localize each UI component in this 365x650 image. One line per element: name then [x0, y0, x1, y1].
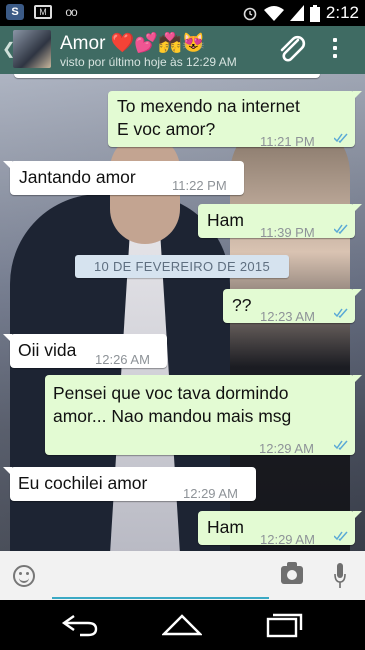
- message-bubble-in[interactable]: Jantando amor 11:22 PM: [3, 161, 244, 195]
- overflow-menu-icon[interactable]: [333, 38, 339, 62]
- read-ticks-icon: [334, 308, 348, 318]
- message-bubble-out[interactable]: ?? 12:23 AM: [223, 289, 362, 324]
- message-input-bar: [0, 551, 365, 600]
- message-time: 11:22 PM: [172, 178, 227, 193]
- message-text: Pensei que voc tava dormindo amor... Nao…: [53, 383, 292, 426]
- read-ticks-icon: [334, 224, 348, 234]
- avatar[interactable]: [13, 30, 51, 68]
- message-time: 12:29 AM: [183, 486, 238, 501]
- message-text: Oii vida: [18, 340, 77, 360]
- message-time: 12:26 AM: [95, 352, 150, 367]
- message-text: Jantando amor: [19, 167, 136, 187]
- mail-icon: M: [34, 5, 52, 19]
- message-time: 12:23 AM: [260, 309, 315, 324]
- read-ticks-icon: [334, 133, 348, 143]
- status-bar: S M oo 2:12: [0, 0, 365, 26]
- message-bubble-out[interactable]: Pensei que voc tava dormindo amor... Nao…: [45, 375, 362, 456]
- message-bubble-in[interactable]: Eu cochilei amor 12:29 AM: [3, 467, 256, 501]
- message-time: 11:39 PM: [260, 225, 315, 240]
- system-nav-bar: [0, 600, 365, 650]
- last-seen-status: visto por último hoje às 12:29 AM: [60, 55, 237, 69]
- paperclip-icon[interactable]: [276, 34, 308, 66]
- microphone-icon[interactable]: [334, 563, 346, 589]
- chat-header: ❮ Amor ❤️💕💏😻 visto por último hoje às 12…: [0, 26, 365, 74]
- message-time: 11:21 PM: [260, 134, 315, 149]
- read-ticks-icon: [334, 531, 348, 541]
- read-ticks-icon: [334, 440, 348, 450]
- message-text: Ham: [207, 210, 244, 230]
- wifi-icon: [263, 6, 284, 21]
- message-bubble-out[interactable]: Ham 11:39 PM: [198, 204, 362, 240]
- voicemail-icon: oo: [65, 5, 77, 19]
- message-time: 12:29 AM: [260, 532, 315, 547]
- shield-icon: S: [6, 4, 24, 20]
- contact-name[interactable]: Amor ❤️💕💏😻: [60, 31, 205, 55]
- back-icon[interactable]: [60, 612, 100, 638]
- message-time: 12:29 AM: [259, 441, 314, 456]
- message-bubble-out[interactable]: Ham 12:29 AM: [198, 511, 362, 547]
- message-text: ??: [232, 295, 252, 315]
- message-text: Ham: [207, 517, 244, 537]
- alarm-icon: [243, 7, 257, 21]
- emoji-icon[interactable]: [13, 565, 35, 587]
- date-divider: 10 DE FEVEREIRO DE 2015: [75, 255, 289, 278]
- battery-icon: [309, 4, 320, 22]
- message-input[interactable]: [52, 559, 269, 599]
- message-bubble-out[interactable]: To mexendo na internet E voc amor? 11:21…: [108, 91, 362, 149]
- clock: 2:12: [325, 3, 359, 22]
- message-bubble-in[interactable]: Oii vida 12:26 AM: [3, 334, 167, 368]
- signal-icon: [289, 5, 304, 21]
- recents-icon[interactable]: [265, 612, 305, 638]
- message-bubble-partial: [14, 74, 320, 78]
- home-icon[interactable]: [162, 612, 202, 638]
- message-text: Eu cochilei amor: [18, 473, 148, 493]
- camera-icon[interactable]: [281, 562, 303, 584]
- chat-area[interactable]: To mexendo na internet E voc amor? 11:21…: [0, 74, 365, 551]
